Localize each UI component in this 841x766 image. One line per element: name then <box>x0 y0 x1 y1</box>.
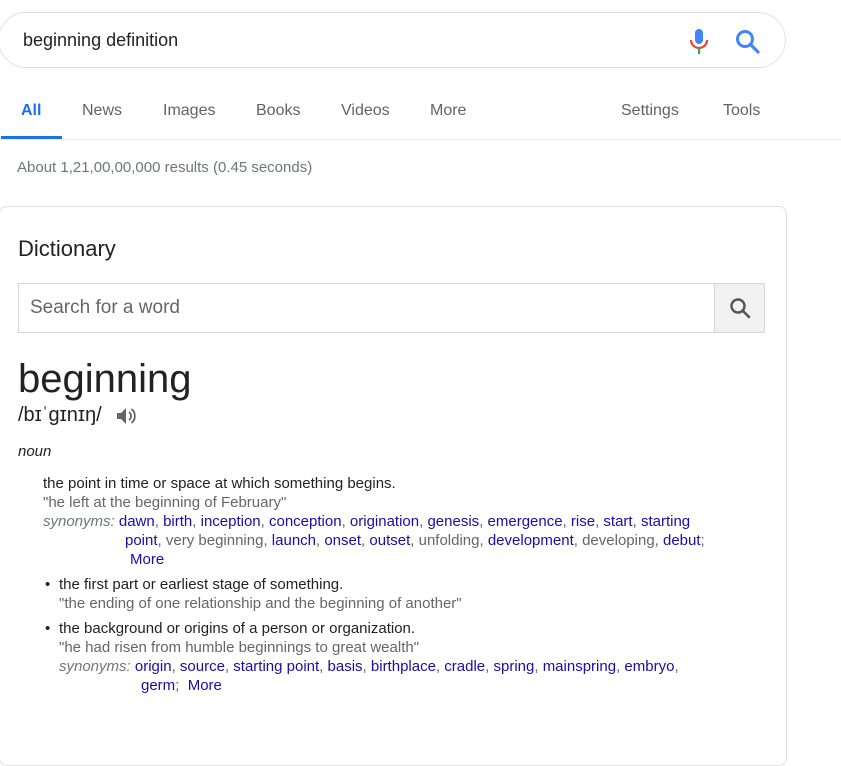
synonym-link[interactable]: birthplace <box>371 658 436 675</box>
synonym-link[interactable]: genesis <box>427 513 479 530</box>
more-synonyms-link[interactable]: More <box>130 551 164 568</box>
part-of-speech: noun <box>18 443 52 460</box>
synonym-link[interactable]: origin <box>135 658 172 675</box>
synonym-link[interactable]: point <box>125 532 158 549</box>
synonym-link[interactable]: basis <box>328 658 363 675</box>
bullet: • <box>45 620 51 637</box>
synonyms-3-line-1: synonyms: origin, source, starting point… <box>59 658 679 675</box>
search-icon <box>730 298 751 319</box>
synonym-link[interactable]: germ <box>141 677 175 694</box>
synonym-link[interactable]: conception <box>269 513 342 530</box>
synonym-link[interactable]: starting <box>641 513 690 530</box>
tab-tools[interactable]: Tools <box>723 102 760 120</box>
synonym-link[interactable]: spring <box>493 658 534 675</box>
headword: beginning <box>18 357 192 401</box>
example-1: "he left at the beginning of February" <box>43 494 287 511</box>
search-query[interactable]: beginning definition <box>23 30 178 51</box>
synonym-link[interactable]: dawn <box>119 513 155 530</box>
microphone-icon[interactable] <box>689 29 709 55</box>
tabs-divider <box>0 139 841 140</box>
search-tabs: All News Images Books Videos More Settin… <box>0 102 841 140</box>
synonym-link[interactable]: rise <box>571 513 595 530</box>
example-3: "he had risen from humble beginnings to … <box>59 639 420 656</box>
synonym-link[interactable]: emergence <box>488 513 563 530</box>
tab-images[interactable]: Images <box>163 102 215 120</box>
synonym-link[interactable]: development <box>488 532 574 549</box>
tab-news[interactable]: News <box>82 102 122 120</box>
definition-1: the point in time or space at which some… <box>43 475 396 492</box>
synonym-link[interactable]: outset <box>369 532 410 549</box>
synonyms-3-line-2: germ; More <box>141 677 222 694</box>
synonym-link[interactable]: birth <box>163 513 192 530</box>
synonym-link[interactable]: embryo <box>624 658 674 675</box>
phonetic: /bɪˈɡɪnɪŋ/ <box>18 404 102 426</box>
synonym-text: very beginning <box>165 532 264 549</box>
synonym-text: developing <box>582 532 655 549</box>
synonym-link[interactable]: starting point <box>233 658 319 675</box>
definition-2: the first part or earliest stage of some… <box>59 576 344 593</box>
result-stats: About 1,21,00,00,000 results (0.45 secon… <box>17 159 313 176</box>
tab-settings[interactable]: Settings <box>621 102 679 120</box>
example-2: "the ending of one relationship and the … <box>59 595 462 612</box>
tab-books[interactable]: Books <box>256 102 300 120</box>
synonyms-1-line-1: synonyms: dawn, birth, inception, concep… <box>43 513 691 530</box>
bullet: • <box>45 576 51 593</box>
synonym-link[interactable]: launch <box>272 532 316 549</box>
dictionary-search <box>18 283 765 333</box>
synonyms-1-more: More <box>130 551 164 568</box>
card-title: Dictionary <box>18 236 116 261</box>
dictionary-search-input[interactable] <box>19 284 715 332</box>
synonym-link[interactable]: debut <box>663 532 701 549</box>
synonyms-1-line-2: point, very beginning, launch, onset, ou… <box>125 532 705 549</box>
search-icon[interactable] <box>735 29 761 55</box>
definition-3: the background or origins of a person or… <box>59 620 416 637</box>
synonym-link[interactable]: start <box>603 513 632 530</box>
more-synonyms-link[interactable]: More <box>188 677 222 694</box>
synonym-text: unfolding <box>418 532 480 549</box>
synonyms-label: synonyms: <box>59 658 131 675</box>
dictionary-search-button[interactable] <box>714 284 764 332</box>
tab-videos[interactable]: Videos <box>341 102 390 120</box>
tab-more[interactable]: More <box>430 102 466 120</box>
tab-all[interactable]: All <box>21 102 41 120</box>
synonym-link[interactable]: onset <box>324 532 361 549</box>
synonym-link[interactable]: origination <box>350 513 419 530</box>
synonyms-label: synonyms: <box>43 513 115 530</box>
synonym-link[interactable]: source <box>180 658 225 675</box>
speaker-icon[interactable] <box>116 406 138 426</box>
synonym-link[interactable]: inception <box>201 513 261 530</box>
synonym-link[interactable]: cradle <box>444 658 485 675</box>
search-bar[interactable]: beginning definition <box>0 12 786 68</box>
synonym-link[interactable]: mainspring <box>543 658 616 675</box>
